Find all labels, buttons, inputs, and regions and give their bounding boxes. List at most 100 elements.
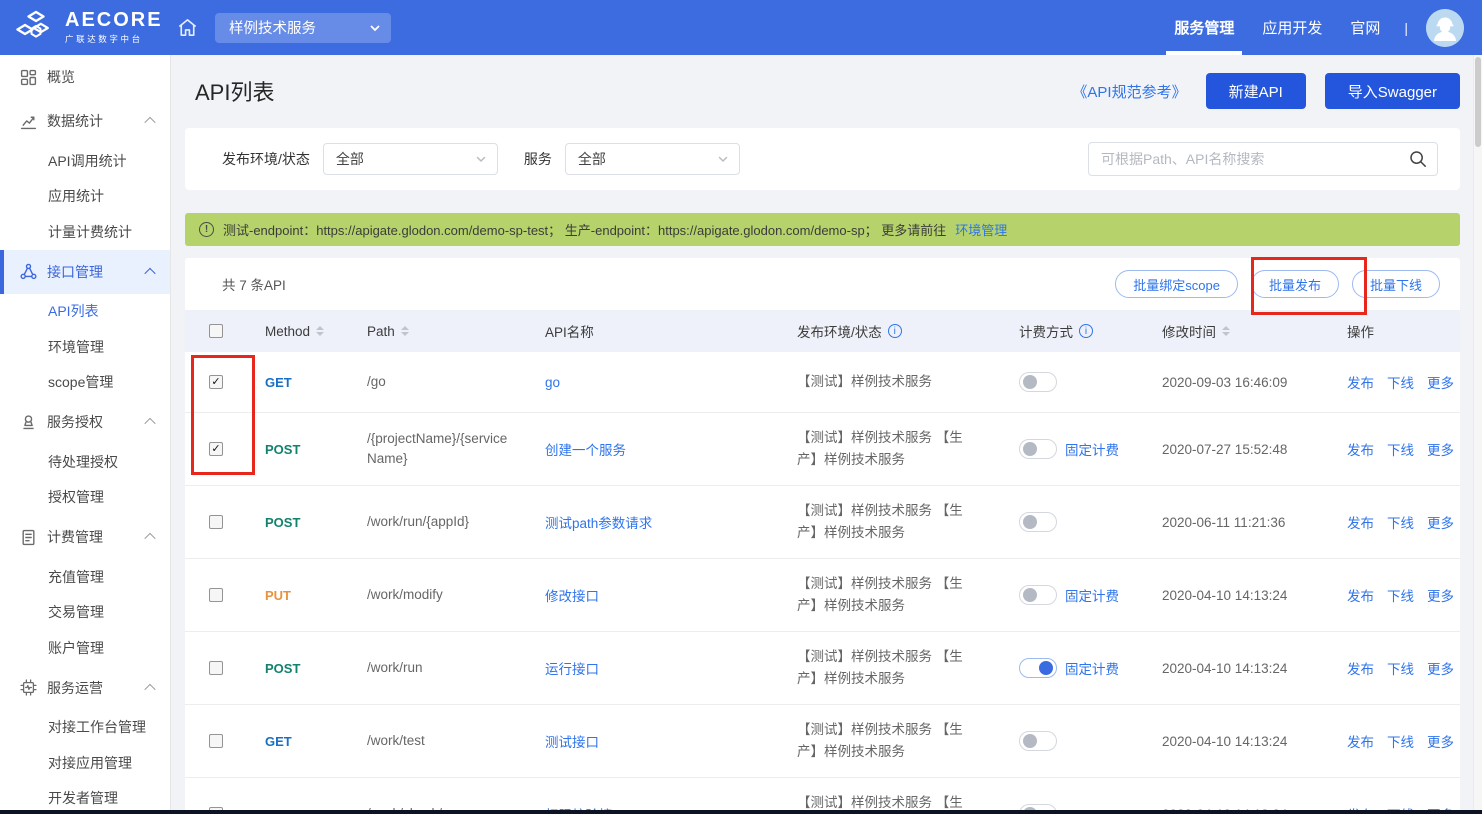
- batch-publish-button[interactable]: 批量发布: [1251, 270, 1339, 298]
- api-name-link[interactable]: 修改接口: [545, 585, 599, 605]
- main-content: API列表 《API规范参考》 新建API 导入Swagger 发布环境/状态 …: [170, 55, 1482, 814]
- chevron-up-icon: [144, 683, 155, 694]
- row-checkbox[interactable]: ✓: [209, 375, 223, 389]
- column-header-label: Method: [265, 324, 310, 339]
- more-link[interactable]: 更多: [1427, 731, 1454, 751]
- api-name-link[interactable]: go: [545, 375, 560, 390]
- sidebar-item-scope-management[interactable]: scope管理: [0, 365, 170, 401]
- sidebar-item-billing-management[interactable]: 计费管理: [0, 515, 170, 559]
- row-checkbox[interactable]: [209, 734, 223, 748]
- service-selector[interactable]: 样例技术服务: [215, 13, 391, 43]
- row-checkbox[interactable]: [209, 661, 223, 675]
- publish-link[interactable]: 发布: [1347, 372, 1374, 392]
- sidebar-item-account-management[interactable]: 账户管理: [0, 630, 170, 666]
- nav-official-site[interactable]: 官网: [1346, 0, 1384, 55]
- nav-service-management[interactable]: 服务管理: [1170, 0, 1238, 55]
- offline-link[interactable]: 下线: [1387, 585, 1414, 605]
- row-checkbox[interactable]: [209, 588, 223, 602]
- more-link[interactable]: 更多: [1427, 585, 1454, 605]
- billing-toggle[interactable]: [1019, 658, 1057, 678]
- publish-link[interactable]: 发布: [1347, 439, 1374, 459]
- publish-link[interactable]: 发布: [1347, 731, 1374, 751]
- batch-bind-scope-button[interactable]: 批量绑定scope: [1115, 270, 1238, 298]
- sidebar-item-transaction-management[interactable]: 交易管理: [0, 595, 170, 631]
- sidebar-item-api-management[interactable]: 接口管理: [0, 250, 170, 294]
- publish-link[interactable]: 发布: [1347, 585, 1374, 605]
- sidebar-item-service-auth[interactable]: 服务授权: [0, 400, 170, 444]
- more-link[interactable]: 更多: [1427, 512, 1454, 532]
- sidebar-sub-label: 交易管理: [48, 602, 104, 622]
- sidebar-item-developer-management[interactable]: 开发者管理: [0, 781, 170, 814]
- sidebar-item-connected-app-management[interactable]: 对接应用管理: [0, 745, 170, 781]
- sort-icon[interactable]: [401, 326, 409, 336]
- overview-icon: [20, 69, 37, 86]
- sidebar-item-workbench-management[interactable]: 对接工作台管理: [0, 710, 170, 746]
- sidebar-sub-label: 充值管理: [48, 567, 104, 587]
- api-name-link[interactable]: 测试path参数请求: [545, 512, 652, 532]
- sidebar-item-data-stats[interactable]: 数据统计: [0, 99, 170, 143]
- billing-toggle[interactable]: [1019, 585, 1057, 605]
- offline-link[interactable]: 下线: [1387, 372, 1414, 392]
- stats-icon: [20, 113, 37, 130]
- more-link[interactable]: 更多: [1427, 439, 1454, 459]
- offline-link[interactable]: 下线: [1387, 658, 1414, 678]
- endpoint-info-banner: ! 测试-endpoint：https://apigate.glodon.com…: [185, 213, 1460, 246]
- create-api-button[interactable]: 新建API: [1206, 73, 1306, 109]
- sidebar-item-app-stats[interactable]: 应用统计: [0, 179, 170, 215]
- row-actions: 发布下线更多: [1347, 372, 1454, 392]
- sidebar-item-auth-management[interactable]: 授权管理: [0, 480, 170, 516]
- publish-link[interactable]: 发布: [1347, 512, 1374, 532]
- sidebar-sub-label: 应用统计: [48, 186, 104, 206]
- sort-icon[interactable]: [1222, 326, 1230, 336]
- nav-app-development[interactable]: 应用开发: [1258, 0, 1326, 55]
- sidebar-item-pending-auth[interactable]: 待处理授权: [0, 444, 170, 480]
- sidebar-item-metering-billing-stats[interactable]: 计量计费统计: [0, 214, 170, 250]
- api-name-link[interactable]: 运行接口: [545, 658, 599, 678]
- more-link[interactable]: 更多: [1427, 372, 1454, 392]
- api-name-link[interactable]: 测试接口: [545, 731, 599, 751]
- select-all-checkbox[interactable]: [209, 324, 223, 338]
- billing-type-link[interactable]: 固定计费: [1065, 585, 1119, 605]
- sidebar-sub-label: 环境管理: [48, 337, 104, 357]
- info-icon[interactable]: i: [888, 324, 902, 338]
- env-status-text: 【测试】样例技术服务: [797, 371, 954, 393]
- batch-offline-button[interactable]: 批量下线: [1352, 270, 1440, 298]
- search-icon[interactable]: [1408, 149, 1428, 169]
- sidebar-item-api-list[interactable]: API列表: [0, 294, 170, 330]
- sidebar-item-overview[interactable]: 概览: [0, 55, 170, 99]
- import-swagger-button[interactable]: 导入Swagger: [1325, 73, 1460, 109]
- offline-link[interactable]: 下线: [1387, 439, 1414, 459]
- column-header-label: API名称: [545, 321, 594, 341]
- home-icon[interactable]: [176, 16, 199, 39]
- info-icon[interactable]: i: [1079, 324, 1093, 338]
- billing-type-link[interactable]: 固定计费: [1065, 658, 1119, 678]
- search-input[interactable]: [1088, 142, 1438, 176]
- sidebar-item-service-operations[interactable]: 服务运营: [0, 666, 170, 710]
- sidebar-item-api-call-stats[interactable]: API调用统计: [0, 143, 170, 179]
- row-checkbox[interactable]: ✓: [209, 442, 223, 456]
- row-checkbox[interactable]: [209, 515, 223, 529]
- sidebar-item-recharge-management[interactable]: 充值管理: [0, 559, 170, 595]
- billing-toggle[interactable]: [1019, 372, 1057, 392]
- modified-time: 2020-04-10 14:13:24: [1162, 588, 1287, 603]
- offline-link[interactable]: 下线: [1387, 731, 1414, 751]
- chevron-up-icon: [144, 418, 155, 429]
- scrollbar-thumb[interactable]: [1475, 57, 1481, 147]
- sidebar: 概览数据统计API调用统计应用统计计量计费统计接口管理API列表环境管理 scop…: [0, 55, 171, 814]
- publish-link[interactable]: 发布: [1347, 658, 1374, 678]
- billing-toggle[interactable]: [1019, 731, 1057, 751]
- sort-icon[interactable]: [316, 326, 324, 336]
- api-name-link[interactable]: 创建一个服务: [545, 439, 626, 459]
- sidebar-group-label: 服务运营: [47, 678, 103, 698]
- api-spec-reference-link[interactable]: 《API规范参考》: [1072, 81, 1186, 102]
- billing-toggle[interactable]: [1019, 439, 1057, 459]
- sidebar-item-env-management[interactable]: 环境管理: [0, 329, 170, 365]
- billing-type-link[interactable]: 固定计费: [1065, 439, 1119, 459]
- service-filter-select[interactable]: 全部: [565, 143, 740, 175]
- env-filter-select[interactable]: 全部: [323, 143, 498, 175]
- offline-link[interactable]: 下线: [1387, 512, 1414, 532]
- env-management-link[interactable]: 环境管理: [955, 220, 1007, 239]
- billing-toggle[interactable]: [1019, 512, 1057, 532]
- user-avatar[interactable]: [1426, 9, 1464, 47]
- more-link[interactable]: 更多: [1427, 658, 1454, 678]
